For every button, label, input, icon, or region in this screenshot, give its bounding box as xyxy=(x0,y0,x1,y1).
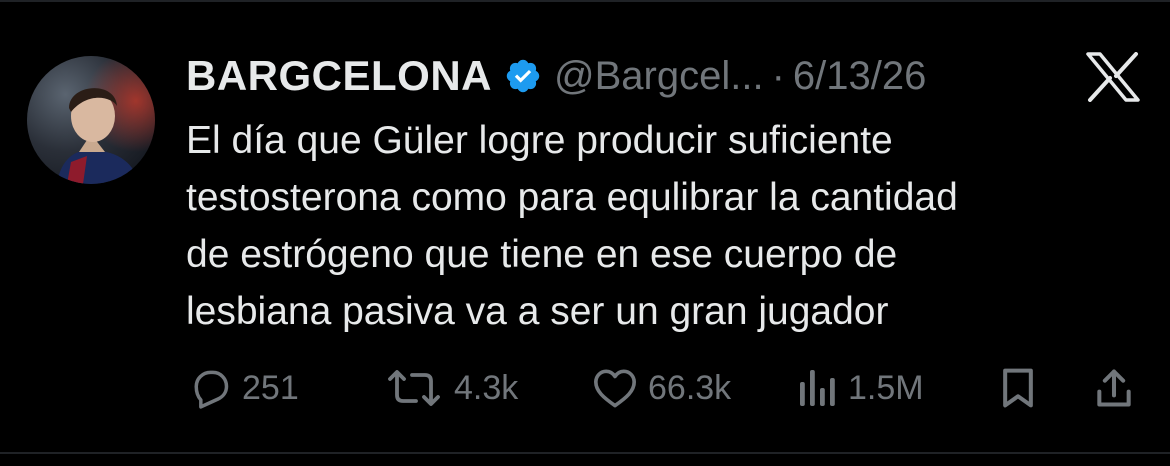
x-logo-icon xyxy=(1086,52,1140,102)
bottom-divider xyxy=(0,452,1170,454)
like-count: 66.3k xyxy=(648,368,732,407)
tweet-date[interactable]: 6/13/26 xyxy=(793,54,926,99)
reply-count: 251 xyxy=(242,368,299,407)
tweet-header: BARGCELONA @Bargcel... · 6/13/26 xyxy=(186,50,926,102)
tweet-text: El día que Güler logre producir suficien… xyxy=(186,112,1146,340)
like-button[interactable]: 66.3k xyxy=(592,360,731,416)
tweet-text-line: lesbiana pasiva va a ser un gran jugador xyxy=(186,290,889,333)
display-name[interactable]: BARGCELONA xyxy=(186,52,492,100)
views-icon xyxy=(796,366,838,410)
top-divider xyxy=(0,0,1170,2)
views-count: 1.5M xyxy=(848,368,924,407)
retweet-count: 4.3k xyxy=(454,368,519,407)
tweet-text-line: de estrógeno que tiene en ese cuerpo de xyxy=(186,233,898,276)
share-button[interactable] xyxy=(1092,360,1136,416)
retweet-button[interactable]: 4.3k xyxy=(384,360,518,416)
separator-dot: · xyxy=(771,53,785,98)
avatar-image xyxy=(27,56,155,184)
action-bar: 251 4.3k 66.3k 1.5M xyxy=(0,360,1170,416)
reply-icon xyxy=(188,366,232,410)
retweet-icon xyxy=(384,366,444,410)
share-icon xyxy=(1092,366,1136,410)
bookmark-button[interactable] xyxy=(996,360,1040,416)
heart-icon xyxy=(592,366,638,410)
avatar[interactable] xyxy=(27,56,155,184)
tweet-text-line: testosterona como para equlibrar la cant… xyxy=(186,176,958,219)
reply-button[interactable]: 251 xyxy=(188,360,299,416)
user-handle[interactable]: @Bargcel... xyxy=(554,54,764,99)
views-button[interactable]: 1.5M xyxy=(796,360,924,416)
bookmark-icon xyxy=(996,366,1040,410)
verified-badge-icon xyxy=(504,57,542,95)
tweet-text-line: El día que Güler logre producir suficien… xyxy=(186,119,893,162)
